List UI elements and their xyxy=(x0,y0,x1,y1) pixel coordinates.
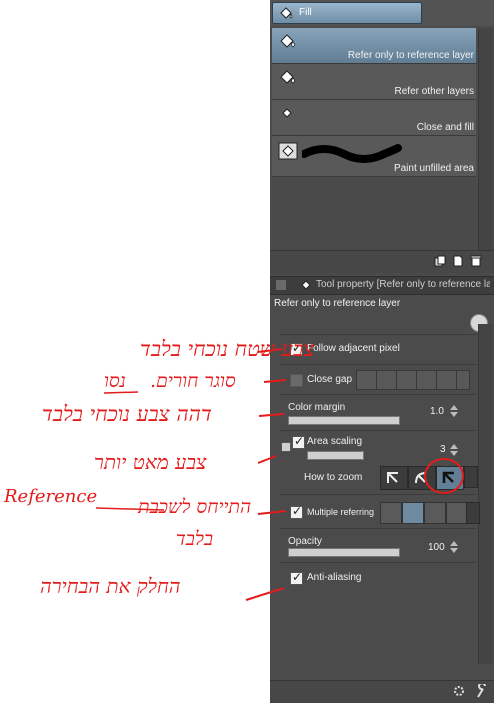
annotation-current-area-only: צבע שטח נוכחי בלבד xyxy=(140,337,315,361)
annotation-try-it: נסו xyxy=(104,370,126,392)
annotation-paint-bit-more: צבע מאט יותר xyxy=(94,450,207,474)
annotation-close-holes: סוגר חורים. xyxy=(150,370,236,392)
annotation-only: בלבד xyxy=(176,528,214,550)
annotation-refer-to-layer: התייחס לשכבת xyxy=(138,496,252,518)
annotation-same-color-only: דהה צבע נוכחי בלבד xyxy=(42,402,212,426)
annotation-reference: Reference xyxy=(4,486,98,507)
annotation-smooth-selection: החלק את הבחירה xyxy=(40,574,181,598)
